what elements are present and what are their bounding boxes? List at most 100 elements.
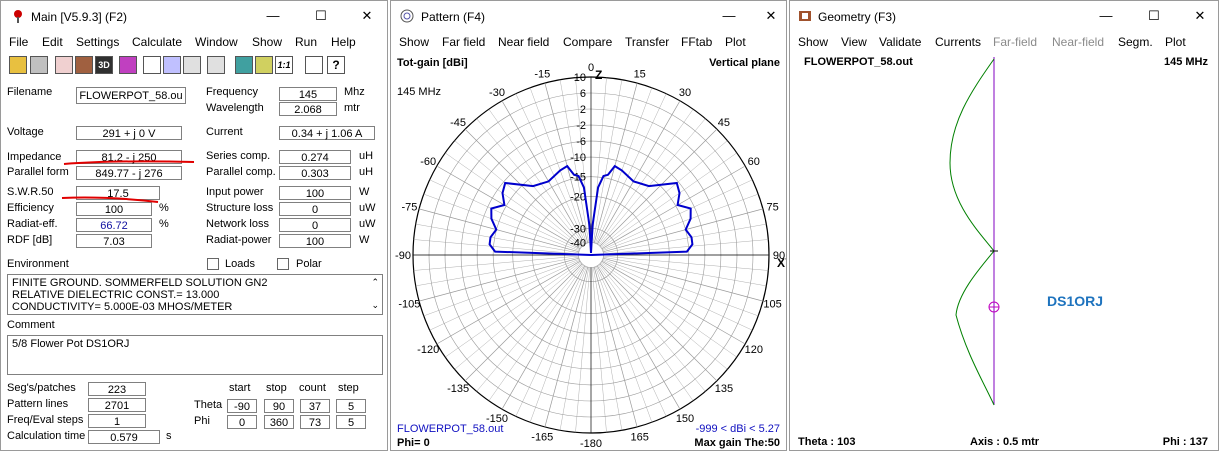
theta-start-field[interactable]: -90 [227,399,257,413]
max-gain-readout: Max gain The:50 [694,437,780,449]
menu-currents[interactable]: Currents [935,35,981,49]
menu-far-field[interactable]: Far field [442,35,485,49]
angle-label: 165 [631,432,649,444]
z-axis-label: Z [595,68,602,82]
axis-readout: Axis : 0.5 mtr [970,436,1040,448]
geometry-app-icon [799,11,811,21]
close-button[interactable]: ✕ [1186,6,1214,26]
main-title-bar[interactable]: Main [V5.9.3] (F2) — ☐ ✕ [1,1,387,31]
angle-label: -165 [531,432,553,444]
phi-stop-field[interactable]: 360 [264,415,294,429]
polar-checkbox[interactable] [277,258,289,270]
grid-icon[interactable] [255,56,273,74]
menu-run[interactable]: Run [295,35,317,49]
grid-spoke [436,165,581,250]
minimize-button[interactable]: — [259,6,287,26]
menu-compare[interactable]: Compare [563,35,612,49]
pattern-canvas[interactable]: 0 15 30 45 60 75 90 105 120 135 150 165 -180 -165 -150… [391,53,786,451]
impedance-label: Impedance [7,151,62,163]
grid-spoke [415,257,579,287]
scroll-up-icon[interactable]: ⌃ [371,276,379,288]
theta-step-field[interactable]: 5 [336,399,366,413]
menu-calculate[interactable]: Calculate [132,35,182,49]
plane-label: Vertical plane [709,57,780,69]
menu-plot[interactable]: Plot [725,35,746,49]
angle-label: 60 [748,156,760,168]
menu-near-field[interactable]: Near field [498,35,549,49]
menu-view[interactable]: View [841,35,867,49]
loads-checkbox[interactable] [207,258,219,270]
parallel-comp-field: 0.303 [279,166,351,180]
menu-transfer[interactable]: Transfer [625,35,669,49]
angle-label: -75 [401,201,417,213]
theta-count-field[interactable]: 37 [300,399,330,413]
freq-eval-field[interactable]: 1 [88,414,146,428]
pattern-menu-bar: Show Far field Near field Compare Transf… [391,32,786,53]
menu-show[interactable]: Show [252,35,282,49]
menu-validate[interactable]: Validate [879,35,921,49]
angle-label: 75 [766,201,778,213]
menu-plot[interactable]: Plot [1165,35,1186,49]
menu-window[interactable]: Window [195,35,238,49]
close-button[interactable]: ✕ [353,6,381,26]
input-power-field[interactable]: 100 [279,186,351,200]
maximize-button[interactable]: ☐ [307,6,335,26]
polar-plot[interactable]: 0153045607590105120135150165-180-165-150… [391,53,786,451]
comment-textbox[interactable]: 5/8 Flower Pot DS1ORJ [7,335,383,375]
menu-show[interactable]: Show [399,35,429,49]
minimize-button[interactable]: — [1092,6,1120,26]
frequency-field[interactable]: 145 [279,87,337,101]
optimize-icon[interactable] [207,56,225,74]
rdf-field: 7.03 [76,234,152,248]
environment-textbox[interactable]: FINITE GROUND. SOMMERFELD SOLUTION GN2 R… [7,274,383,315]
grid-spoke [488,265,585,401]
scroll-down-icon[interactable]: ⌄ [371,299,379,311]
antenna-geometry[interactable] [790,53,1218,451]
phi-count-field[interactable]: 73 [300,415,330,429]
phi-step-field[interactable]: 5 [336,415,366,429]
grid-spoke [445,152,581,249]
menu-help[interactable]: Help [331,35,356,49]
main-title: Main [V5.9.3] (F2) [31,10,128,24]
phi-start-field[interactable]: 0 [227,415,257,429]
geometry-title-bar[interactable]: Geometry (F3) — ☐ ✕ [790,1,1218,31]
view-3d-icon[interactable]: 3D [95,56,113,74]
menu-far-field[interactable]: Far-field [993,35,1037,49]
structure-loss-unit: uW [359,202,376,214]
menu-edit[interactable]: Edit [42,35,63,49]
spreadsheet-icon[interactable] [143,56,161,74]
radiat-eff-unit: % [159,218,169,230]
geometry-box-icon[interactable] [75,56,93,74]
menu-fftab[interactable]: FFtab [681,35,712,49]
edit-icon[interactable] [119,56,137,74]
grid-spoke [593,79,623,243]
close-button[interactable]: ✕ [757,6,785,26]
open-file-icon[interactable] [9,56,27,74]
filename-field[interactable]: FLOWERPOT_58.ou [76,87,186,104]
menu-settings[interactable]: Settings [76,35,119,49]
pattern-icon[interactable] [163,56,181,74]
calculator-icon[interactable] [235,56,253,74]
theta-stop-field[interactable]: 90 [264,399,294,413]
calc-time-unit: s [166,430,172,442]
col-start-header: start [229,382,251,394]
geometry-canvas[interactable]: FLOWERPOT_58.out 145 MHz DS1ORJ Theta : … [790,53,1218,451]
geometry-menu-bar: Show View Validate Currents Far-field Ne… [790,32,1218,53]
mesh-icon[interactable] [183,56,201,74]
menu-near-field[interactable]: Near-field [1052,35,1104,49]
maximize-button[interactable]: ☐ [1140,6,1168,26]
db-label: -2 [576,120,586,132]
angle-label: -135 [447,383,469,395]
save-icon[interactable] [30,56,48,74]
pattern-title-bar[interactable]: Pattern (F4) — ✕ [391,1,786,31]
book-icon[interactable] [305,56,323,74]
scale-icon[interactable]: 1:1 [275,56,293,74]
antenna-icon[interactable] [55,56,73,74]
minimize-button[interactable]: — [715,6,743,26]
grid-spoke [445,261,581,358]
menu-file[interactable]: File [9,35,28,49]
menu-segm[interactable]: Segm. [1118,35,1153,49]
menu-show[interactable]: Show [798,35,828,49]
help-icon[interactable]: ? [327,56,345,74]
freq-eval-label: Freq/Eval steps [7,414,84,426]
